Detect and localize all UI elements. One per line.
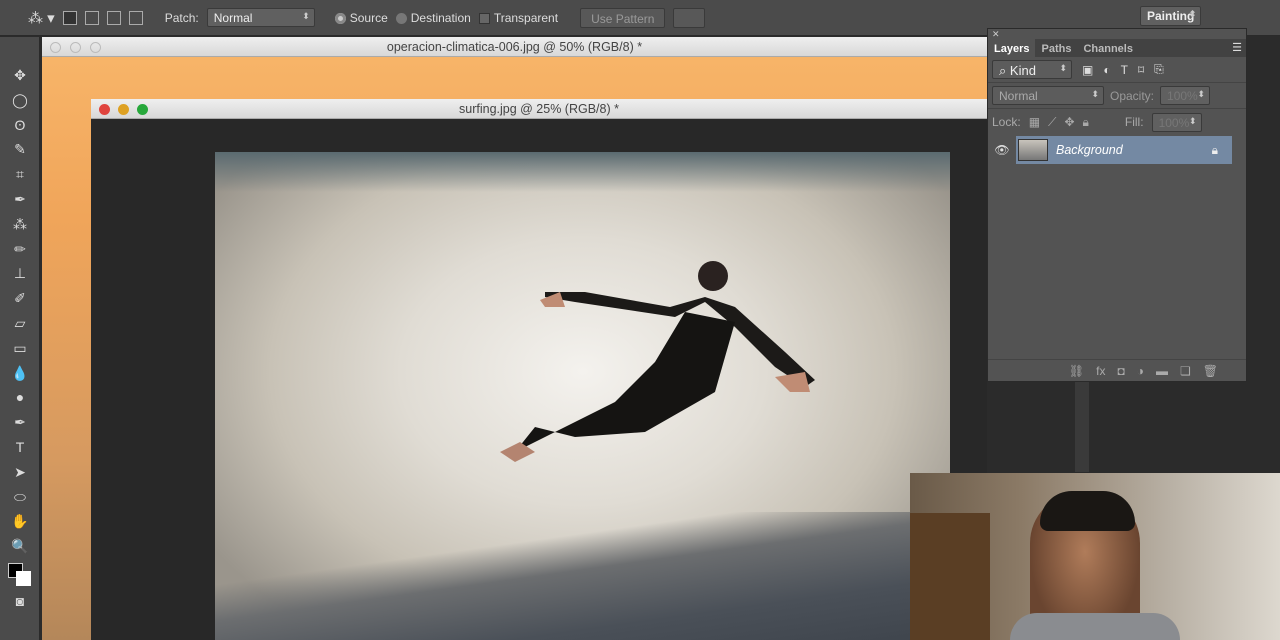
eyedropper-icon[interactable]: ✒: [0, 187, 40, 212]
minimize-button[interactable]: [118, 104, 129, 115]
move-icon[interactable]: ✥: [0, 63, 40, 88]
tools-panel: ✥ ◯ ʘ ✎ ⌗ ✒ ⁂ ✏ ⊥ ✐ ▱ ▭ 💧 ● ✒ T ➤ ⬭ ✋ 🔍 ◙: [0, 37, 40, 640]
filter-type-icon[interactable]: T: [1121, 63, 1128, 77]
delete-layer-icon[interactable]: 🗑︎: [1203, 364, 1218, 378]
crop-icon[interactable]: ⌗: [0, 162, 40, 187]
lock-label: Lock:: [992, 115, 1021, 129]
lock-icon: 🔒︎: [1211, 142, 1218, 157]
stamp-icon[interactable]: ⊥: [0, 261, 40, 286]
zoom-button[interactable]: [90, 42, 101, 53]
color-swatches[interactable]: [0, 559, 40, 589]
document-title: surfing.jpg @ 25% (RGB/8) *: [459, 102, 619, 116]
new-selection-icon[interactable]: [62, 10, 77, 25]
brush-icon[interactable]: ✏: [0, 237, 40, 262]
radio-icon: [395, 12, 407, 24]
filter-kind-select[interactable]: ⌕ Kind: [992, 60, 1072, 79]
tab-channels[interactable]: Channels: [1077, 39, 1139, 59]
close-panel-icon[interactable]: ✕: [988, 29, 1246, 39]
patch-label: Patch:: [164, 10, 199, 25]
eraser-icon[interactable]: ▱: [0, 311, 40, 336]
use-pattern-button[interactable]: Use Pattern: [580, 7, 666, 28]
link-layers-icon[interactable]: ⛓︎: [1069, 364, 1084, 378]
document-title-bar[interactable]: surfing.jpg @ 25% (RGB/8) *: [91, 99, 987, 119]
visibility-eye-icon[interactable]: 👁︎: [988, 143, 1016, 157]
filter-smart-icon[interactable]: ⎘: [1154, 62, 1164, 77]
lock-transparent-icon[interactable]: ▦: [1029, 115, 1040, 129]
blur-icon[interactable]: 💧: [0, 361, 40, 386]
checkbox-icon: [478, 12, 490, 24]
lasso-icon[interactable]: ʘ: [0, 113, 40, 138]
filter-adjustment-icon[interactable]: ◐: [1103, 63, 1110, 77]
pen-icon[interactable]: ✒: [0, 410, 40, 435]
panel-menu-icon[interactable]: ☰: [1232, 41, 1242, 54]
destination-label: Destination: [410, 10, 471, 25]
lock-all-icon[interactable]: 🔒︎: [1083, 115, 1089, 130]
subtract-selection-icon[interactable]: [106, 10, 121, 25]
new-group-icon[interactable]: ▬: [1156, 364, 1168, 378]
divider: [1075, 382, 1089, 472]
tab-paths[interactable]: Paths: [1035, 39, 1077, 59]
type-icon[interactable]: T: [0, 435, 40, 460]
patch-tool-preset-icon[interactable]: ⁂ ▾: [28, 9, 55, 27]
fill-label: Fill:: [1124, 115, 1144, 129]
lock-pixels-icon[interactable]: ⟋: [1048, 115, 1056, 130]
ellipse-icon[interactable]: ⬭: [0, 485, 40, 510]
tab-layers[interactable]: Layers: [988, 39, 1036, 59]
filter-pixel-icon[interactable]: ▣: [1082, 63, 1093, 77]
zoom-icon[interactable]: 🔍: [0, 534, 40, 559]
quick-select-icon[interactable]: ✎: [0, 137, 40, 162]
minimize-button[interactable]: [70, 42, 81, 53]
surfer-figure: [500, 261, 815, 462]
filter-kind-label: Kind: [1009, 63, 1036, 78]
workspace-select[interactable]: Painting: [1140, 6, 1202, 26]
layer-name: Background: [1056, 143, 1123, 157]
path-select-icon[interactable]: ➤: [0, 460, 40, 485]
quick-mask-icon[interactable]: ◙: [0, 589, 40, 614]
transparent-label: Transparent: [493, 10, 559, 25]
gradient-icon[interactable]: ▭: [0, 336, 40, 361]
dodge-icon[interactable]: ●: [0, 385, 40, 410]
document-window-surfing: surfing.jpg @ 25% (RGB/8) *: [91, 99, 987, 640]
pattern-picker[interactable]: [673, 7, 706, 28]
fill-input[interactable]: 100%: [1151, 112, 1202, 132]
adjustment-layer-icon[interactable]: ◑: [1137, 364, 1144, 378]
patch-icon[interactable]: ⁂: [0, 212, 40, 237]
source-radio[interactable]: Source: [334, 10, 388, 25]
filter-shape-icon[interactable]: ⌑: [1138, 63, 1144, 77]
fx-icon[interactable]: fx: [1096, 364, 1105, 378]
history-brush-icon[interactable]: ✐: [0, 286, 40, 311]
destination-radio[interactable]: Destination: [395, 10, 471, 25]
layers-panel: ✕ LayersPathsChannels ☰ ⌕ Kind ▣ ◐ T ⌑ ⎘ Nor…: [987, 28, 1247, 382]
add-selection-icon[interactable]: [84, 10, 99, 25]
lock-position-icon[interactable]: ✥: [1064, 115, 1074, 129]
radio-icon: [334, 12, 346, 24]
new-layer-icon[interactable]: ❏: [1180, 364, 1191, 378]
close-button[interactable]: [99, 104, 110, 115]
zoom-button[interactable]: [137, 104, 148, 115]
opacity-input[interactable]: 100%: [1160, 86, 1211, 105]
canvas-image[interactable]: [215, 152, 950, 640]
transparent-checkbox[interactable]: Transparent: [478, 10, 559, 25]
blend-mode-select[interactable]: Normal: [992, 86, 1104, 105]
hand-icon[interactable]: ✋: [0, 509, 40, 534]
intersect-selection-icon[interactable]: [128, 10, 143, 25]
add-mask-icon[interactable]: ◘: [1118, 364, 1125, 378]
webcam-overlay: [910, 473, 1280, 640]
layer-thumbnail: [1018, 139, 1048, 161]
opacity-label: Opacity:: [1110, 88, 1155, 103]
layer-row[interactable]: 👁︎ Background 🔒︎: [988, 135, 1246, 165]
document-title: operacion-climatica-006.jpg @ 50% (RGB/8…: [386, 40, 643, 54]
source-label: Source: [349, 10, 388, 25]
marquee-icon[interactable]: ◯: [0, 88, 40, 113]
close-button[interactable]: [50, 42, 61, 53]
patch-mode-select[interactable]: Normal: [206, 8, 315, 27]
document-title-bar[interactable]: operacion-climatica-006.jpg @ 50% (RGB/8…: [42, 37, 987, 57]
